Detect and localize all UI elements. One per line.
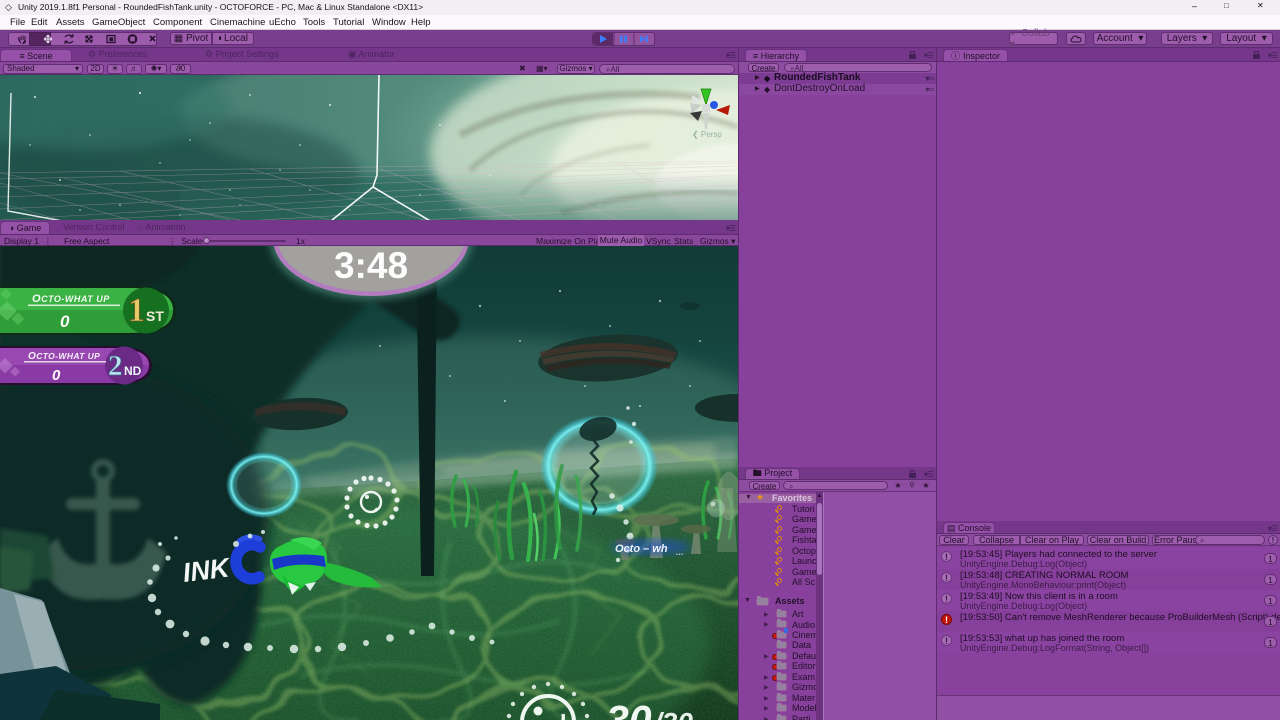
svg-text:1: 1 <box>128 292 145 329</box>
svg-text:...: ... <box>676 547 684 557</box>
svg-text:0: 0 <box>52 367 61 384</box>
svg-text:Octo – wh: Octo – wh <box>615 543 668 555</box>
svg-text:❮ Persp: ❮ Persp <box>692 130 722 139</box>
svg-text:OCTO-WHAT UP: OCTO-WHAT UP <box>32 293 110 305</box>
svg-text:INK: INK <box>181 552 233 588</box>
svg-text:3:48: 3:48 <box>334 246 408 286</box>
svg-text:30: 30 <box>606 697 652 720</box>
svg-text:0: 0 <box>60 312 70 331</box>
svg-text:ND: ND <box>124 364 142 378</box>
svg-text:ST: ST <box>146 308 164 324</box>
svg-text:/30: /30 <box>652 707 693 720</box>
svg-text:OCTO-WHAT UP: OCTO-WHAT UP <box>28 351 100 362</box>
svg-text:2: 2 <box>108 350 123 382</box>
